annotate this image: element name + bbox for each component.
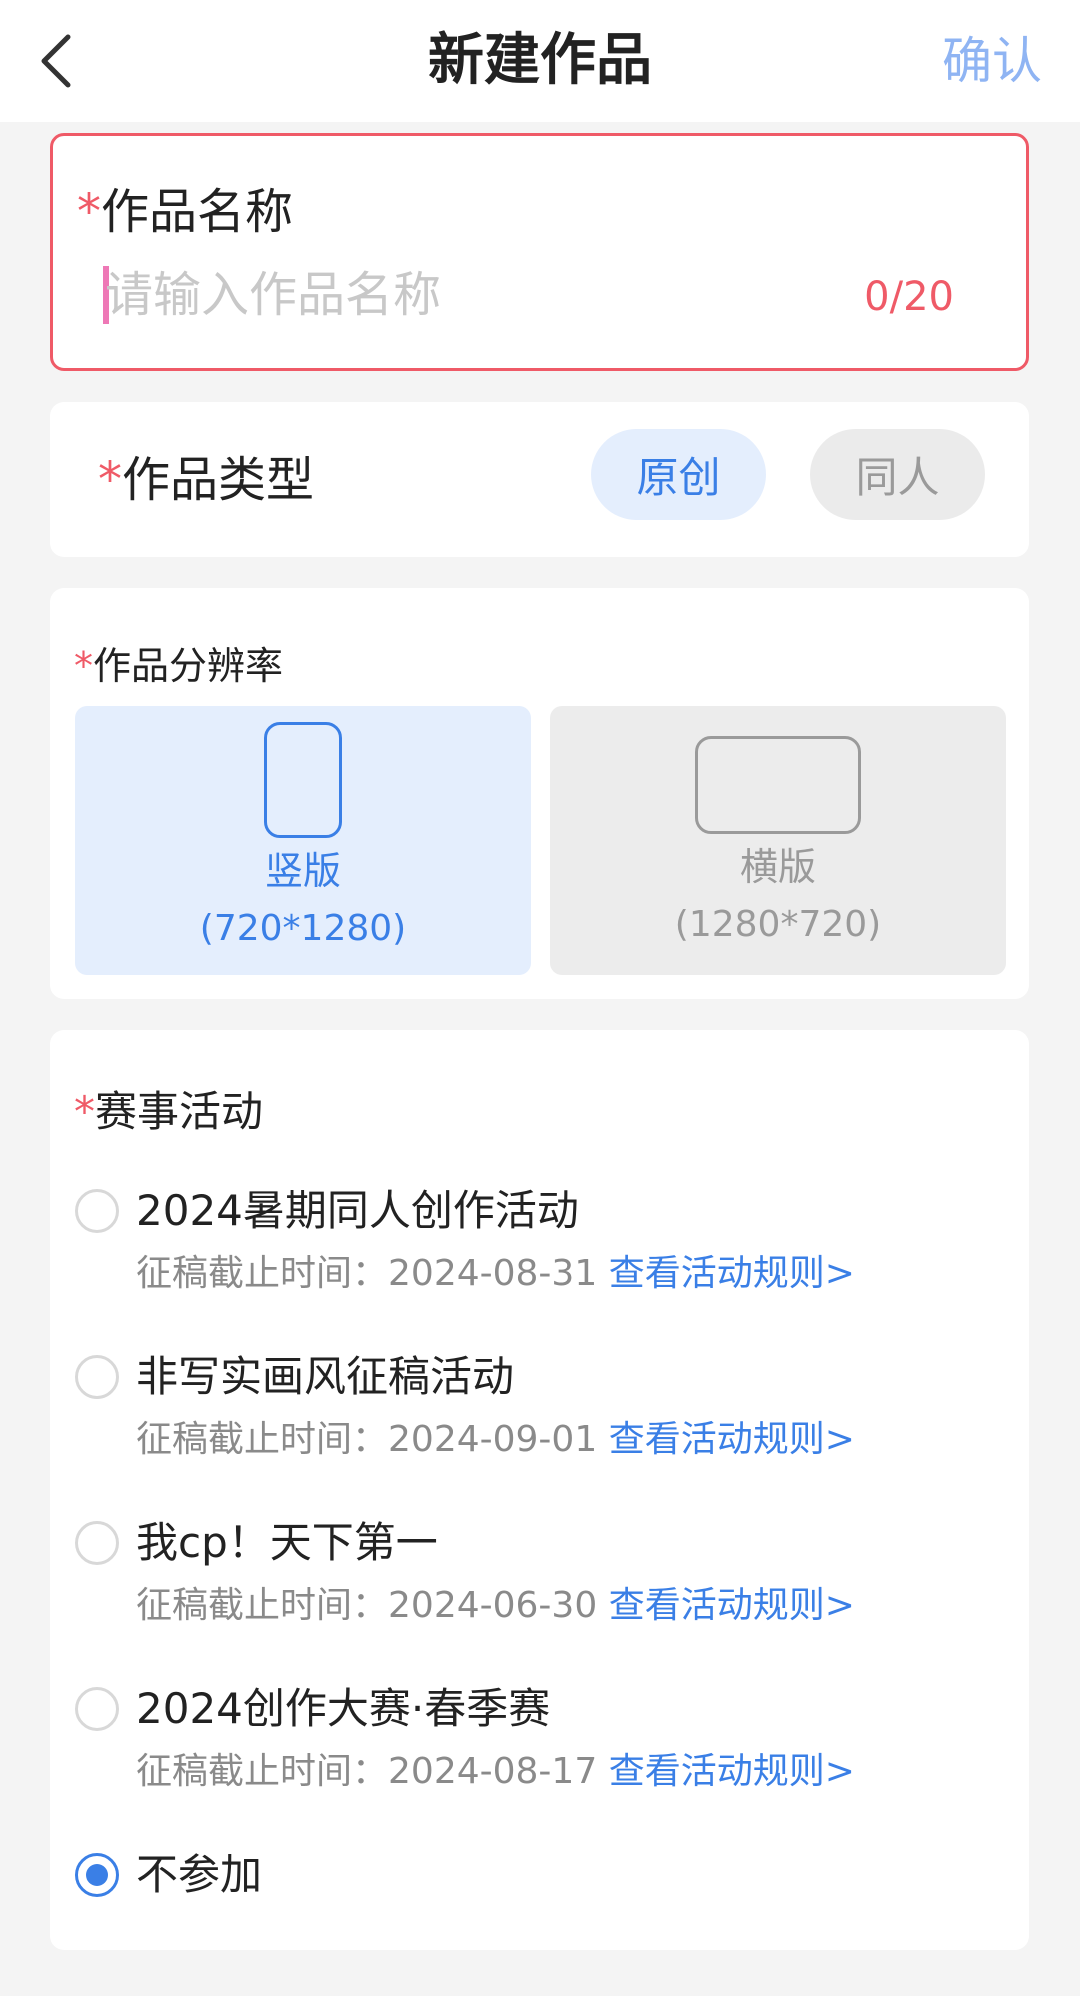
work-name-label-text: 作品名称 [101, 184, 294, 240]
event-meta: 征稿截止时间：2024-09-01 查看活动规则> [136, 1416, 855, 1464]
type-option-original[interactable]: 原创 [591, 429, 766, 520]
resolution-label-text: 作品分辨率 [93, 644, 284, 688]
resolution-option-portrait[interactable]: 竖版 (720*1280) [75, 706, 531, 975]
event-item[interactable]: 2024创作大赛·春季赛 征稿截止时间：2024-08-17 查看活动规则> [50, 1680, 1029, 1830]
char-counter: 0/20 [864, 274, 954, 320]
event-item[interactable]: 我cp！天下第一 征稿截止时间：2024-06-30 查看活动规则> [50, 1514, 1029, 1664]
deadline-date: 2024-09-01 [388, 1419, 598, 1460]
event-radio[interactable] [75, 1355, 119, 1399]
events-label: *赛事活动 [74, 1082, 263, 1142]
event-item[interactable]: 非写实画风征稿活动 征稿截止时间：2024-09-01 查看活动规则> [50, 1348, 1029, 1498]
work-type-label: *作品类型 [98, 450, 314, 510]
event-title: 2024暑期同人创作活动 [136, 1186, 579, 1235]
type-option-fan[interactable]: 同人 [810, 429, 985, 520]
required-mark: * [77, 184, 101, 240]
work-name-input[interactable] [103, 264, 743, 326]
resolution-size: (720*1280) [199, 908, 407, 949]
work-type-label-text: 作品类型 [122, 452, 315, 508]
event-meta: 征稿截止时间：2024-06-30 查看活动规则> [136, 1582, 855, 1630]
top-bar: 新建作品 确认 [0, 0, 1080, 122]
event-title: 非写实画风征稿活动 [136, 1352, 515, 1401]
deadline-date: 2024-08-31 [388, 1253, 598, 1294]
event-item-none[interactable]: 不参加 [50, 1846, 1029, 1996]
event-radio[interactable] [75, 1521, 119, 1565]
resolution-option-landscape[interactable]: 横版 (1280*720) [550, 706, 1006, 975]
page-title: 新建作品 [428, 28, 652, 93]
work-type-card: *作品类型 原创 同人 [50, 402, 1029, 557]
deadline-label: 征稿截止时间： [136, 1585, 389, 1626]
event-meta: 征稿截止时间：2024-08-17 查看活动规则> [136, 1748, 855, 1796]
work-name-input-wrap [103, 264, 743, 326]
required-mark: * [74, 1087, 95, 1136]
required-mark: * [98, 452, 122, 508]
confirm-button[interactable]: 确认 [942, 28, 1042, 94]
event-radio-checked[interactable] [75, 1853, 119, 1897]
view-rules-link[interactable]: 查看活动规则> [609, 1751, 855, 1792]
event-title: 2024创作大赛·春季赛 [136, 1684, 551, 1733]
resolution-name: 竖版 [264, 849, 341, 893]
event-radio[interactable] [75, 1189, 119, 1233]
work-name-card: *作品名称 0/20 [50, 133, 1029, 371]
landscape-phone-icon [695, 736, 861, 834]
events-label-text: 赛事活动 [95, 1087, 264, 1136]
resolution-label: *作品分辨率 [74, 636, 283, 696]
deadline-label: 征稿截止时间： [136, 1419, 389, 1460]
resolution-name: 横版 [739, 845, 816, 889]
resolution-card: *作品分辨率 竖版 (720*1280) 横版 (1280*720) [50, 588, 1029, 999]
events-card: *赛事活动 2024暑期同人创作活动 征稿截止时间：2024-08-31 查看活… [50, 1030, 1029, 1950]
event-title: 我cp！天下第一 [136, 1518, 438, 1567]
work-name-label: *作品名称 [77, 182, 293, 242]
deadline-label: 征稿截止时间： [136, 1751, 389, 1792]
event-meta: 征稿截止时间：2024-08-31 查看活动规则> [136, 1250, 855, 1298]
view-rules-link[interactable]: 查看活动规则> [609, 1253, 855, 1294]
resolution-size: (1280*720) [674, 904, 882, 945]
deadline-label: 征稿截止时间： [136, 1253, 389, 1294]
deadline-date: 2024-08-17 [388, 1751, 598, 1792]
view-rules-link[interactable]: 查看活动规则> [609, 1585, 855, 1626]
event-title: 不参加 [136, 1850, 263, 1899]
required-mark: * [74, 644, 93, 688]
view-rules-link[interactable]: 查看活动规则> [609, 1419, 855, 1460]
event-radio[interactable] [75, 1687, 119, 1731]
deadline-date: 2024-06-30 [388, 1585, 598, 1626]
portrait-phone-icon [264, 722, 342, 838]
event-item[interactable]: 2024暑期同人创作活动 征稿截止时间：2024-08-31 查看活动规则> [50, 1182, 1029, 1332]
